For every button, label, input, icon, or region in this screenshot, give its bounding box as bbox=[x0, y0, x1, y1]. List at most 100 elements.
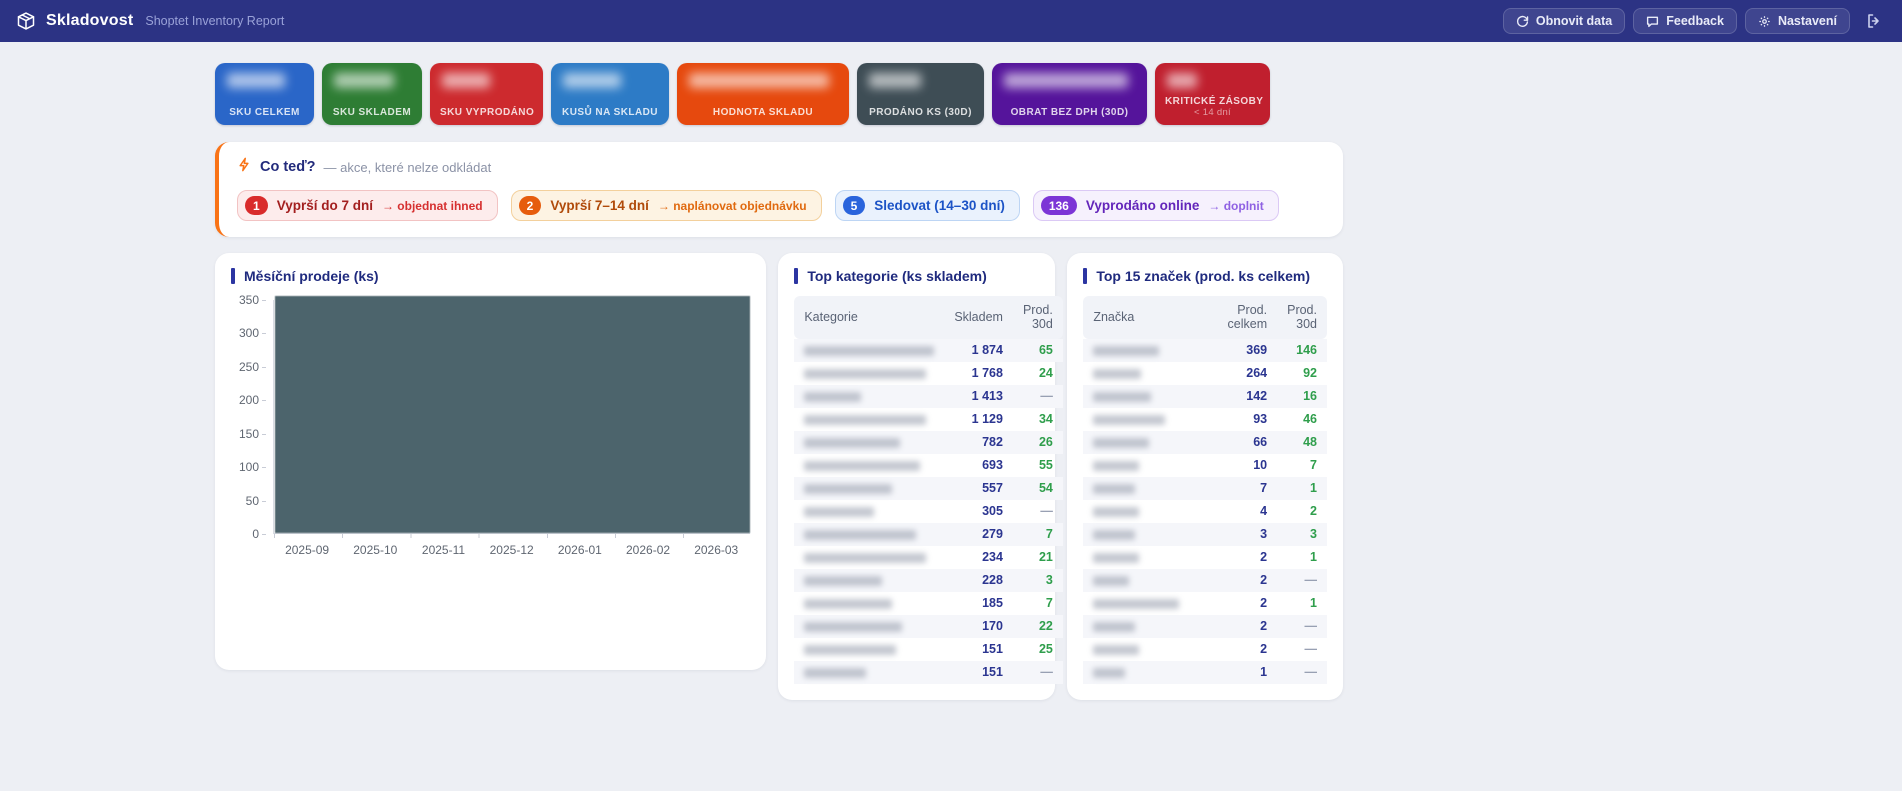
brand-name-redacted bbox=[1083, 431, 1189, 454]
prod30-value: 1 bbox=[1310, 481, 1317, 496]
prod30-value: 1 bbox=[1310, 596, 1317, 611]
column-header-znacka: Značka bbox=[1083, 296, 1190, 339]
stat-value-redacted bbox=[227, 73, 285, 88]
prod30-value: — bbox=[1040, 504, 1053, 519]
category-name-redacted bbox=[794, 362, 944, 385]
settings-label: Nastavení bbox=[1777, 14, 1837, 28]
refresh-icon bbox=[1516, 15, 1529, 28]
y-axis-tick: 0 bbox=[252, 528, 266, 540]
category-name-redacted bbox=[794, 546, 944, 569]
table-row: 557 54 bbox=[794, 476, 1063, 500]
prod30-value: 46 bbox=[1303, 412, 1317, 427]
feedback-button[interactable]: Feedback bbox=[1633, 8, 1737, 34]
prod30-value: 2 bbox=[1310, 504, 1317, 519]
table-row: 93 46 bbox=[1083, 408, 1327, 431]
app-title: Skladovost bbox=[46, 12, 134, 29]
stock-value: 1 768 bbox=[971, 366, 1003, 381]
redacted-text bbox=[1093, 529, 1136, 540]
total-value: 66 bbox=[1253, 435, 1268, 450]
redacted-text bbox=[1093, 483, 1136, 494]
prod30-value: 24 bbox=[1038, 366, 1053, 381]
redacted-text bbox=[804, 552, 927, 563]
prod30-value: 65 bbox=[1038, 343, 1053, 358]
total-value: 93 bbox=[1253, 412, 1268, 427]
refresh-data-button[interactable]: Obnovit data bbox=[1502, 8, 1626, 34]
chip-label: Vyprší 7–14 dní bbox=[550, 198, 649, 213]
chip-label: Vyprší do 7 dní bbox=[276, 198, 373, 213]
table-row: 10 7 bbox=[1083, 454, 1327, 477]
now-panel: Co teď? — akce, které nelze odkládat 1 V… bbox=[215, 142, 1343, 237]
brand-name-redacted bbox=[1083, 339, 1189, 362]
top-categories-panel: Top kategorie (ks skladem) Kategorie Skl… bbox=[778, 253, 1063, 700]
top-brands-panel: Top 15 značek (prod. ks celkem) Značka P… bbox=[1067, 253, 1343, 700]
stat-value-redacted bbox=[869, 73, 921, 88]
action-chip[interactable]: 2 Vyprší 7–14 dní → naplánovat objednávk… bbox=[510, 190, 822, 221]
category-name-redacted bbox=[794, 638, 944, 661]
total-value: 2 bbox=[1260, 642, 1268, 657]
chip-count-badge: 136 bbox=[1040, 196, 1077, 215]
brand-name-redacted bbox=[1083, 500, 1189, 523]
stat-label: OBRAT BEZ DPH (30D) bbox=[1010, 107, 1129, 118]
brand-name-redacted bbox=[1083, 454, 1189, 477]
y-axis-tick: 200 bbox=[239, 394, 267, 406]
action-chip[interactable]: 136 Vyprodáno online → doplnit bbox=[1032, 190, 1279, 221]
redacted-text bbox=[804, 506, 875, 517]
table-row: 2 — bbox=[1083, 614, 1327, 638]
brand-name-redacted bbox=[1083, 638, 1189, 661]
column-header-kategorie: Kategorie bbox=[794, 296, 945, 339]
settings-button[interactable]: Nastavení bbox=[1744, 8, 1850, 34]
prod30-value: 16 bbox=[1303, 389, 1317, 404]
stat-card: SKU VYPRODÁNO bbox=[430, 63, 543, 125]
action-chip[interactable]: 5 Sledovat (14–30 dní) bbox=[834, 190, 1020, 221]
redacted-text bbox=[1093, 391, 1152, 402]
stat-card: SKU SKLADEM bbox=[322, 63, 422, 125]
redacted-text bbox=[804, 667, 867, 678]
action-chip[interactable]: 1 Vyprší do 7 dní → objednat ihned bbox=[237, 190, 498, 221]
redacted-text bbox=[804, 391, 862, 402]
brand-name-redacted bbox=[1083, 569, 1189, 592]
feedback-label: Feedback bbox=[1666, 14, 1724, 28]
stat-value-redacted bbox=[1167, 73, 1197, 88]
brand-name-redacted bbox=[1083, 477, 1189, 500]
prod30-value: 21 bbox=[1038, 550, 1053, 565]
brand-name-redacted bbox=[1083, 362, 1189, 385]
redacted-text bbox=[804, 345, 935, 356]
stat-cards-row: SKU CELKEM SKU SKLADEM SKU VYPRODÁNO KUS… bbox=[215, 63, 1343, 125]
stat-label: SKU VYPRODÁNO bbox=[440, 107, 535, 118]
x-axis-tick: 2025-12 bbox=[489, 543, 534, 557]
chip-action-hint: → naplánovat objednávku bbox=[657, 198, 807, 213]
x-axis-tick: 2025-11 bbox=[421, 543, 466, 557]
chat-icon bbox=[1646, 15, 1659, 28]
stock-value: 557 bbox=[982, 481, 1003, 496]
chart-plot-area bbox=[273, 296, 751, 538]
app-subtitle: Shoptet Inventory Report bbox=[145, 14, 285, 28]
table-row: 151 — bbox=[794, 660, 1063, 684]
redacted-text bbox=[1093, 506, 1140, 517]
table-row: 3 3 bbox=[1083, 522, 1327, 546]
table-row: 2 — bbox=[1083, 568, 1327, 592]
stock-value: 151 bbox=[982, 642, 1003, 657]
total-value: 1 bbox=[1260, 665, 1268, 680]
stat-card: KUSŮ NA SKLADU bbox=[551, 63, 669, 125]
column-header-skladem: Skladem bbox=[944, 296, 1013, 339]
stat-value-redacted bbox=[1004, 73, 1128, 88]
table-row: 369 146 bbox=[1083, 338, 1327, 362]
panels-row: Měsíční prodeje (ks) 350 300 250 200 150 100 5… bbox=[215, 253, 1343, 700]
redacted-text bbox=[1093, 644, 1140, 655]
stock-value: 305 bbox=[982, 504, 1003, 519]
table-row: 2 1 bbox=[1083, 546, 1327, 569]
y-axis-tick: 50 bbox=[246, 495, 267, 507]
brand-name-redacted bbox=[1083, 615, 1189, 638]
redacted-text bbox=[1093, 598, 1180, 609]
table-row: 279 7 bbox=[794, 522, 1063, 546]
y-axis-tick: 100 bbox=[239, 461, 267, 473]
title-accent-bar bbox=[794, 268, 799, 284]
x-axis-tick: 2026-01 bbox=[557, 543, 602, 557]
title-accent-bar bbox=[1083, 268, 1088, 284]
logout-icon[interactable] bbox=[1864, 11, 1884, 31]
monthly-sales-chart: 350 300 250 200 150 100 50 0 2025-09 2025-10 2025… bbox=[231, 294, 751, 557]
stock-value: 234 bbox=[982, 550, 1003, 565]
table-row: 151 25 bbox=[794, 638, 1063, 661]
stat-card: KRITICKÉ ZÁSOBY < 14 dní bbox=[1155, 63, 1270, 125]
table-row: 693 55 bbox=[794, 454, 1063, 477]
